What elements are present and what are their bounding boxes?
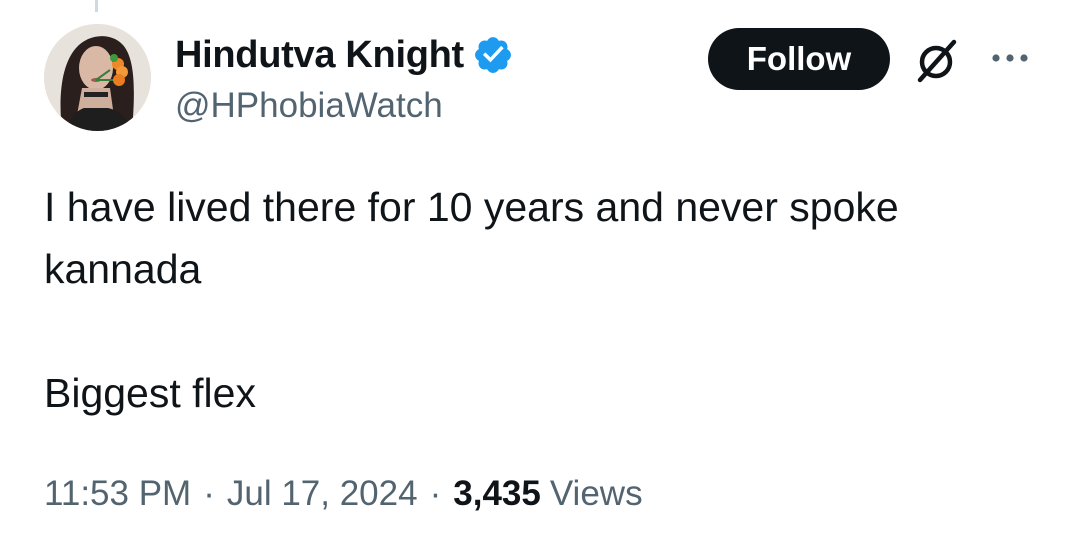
views-count[interactable]: 3,435 xyxy=(453,474,541,514)
author-names: Hindutva Knight @HPhobiaWatch xyxy=(175,32,514,126)
tweet-meta: 11:53 PM · Jul 17, 2024 · 3,435 Views xyxy=(44,474,643,514)
tweet: Hindutva Knight @HPhobiaWatch Follow I h… xyxy=(0,0,1080,553)
meta-separator: · xyxy=(203,474,215,513)
grok-icon[interactable] xyxy=(912,36,962,86)
verified-badge-icon[interactable] xyxy=(472,34,514,76)
follow-button[interactable]: Follow xyxy=(708,28,890,90)
tweet-header: Hindutva Knight @HPhobiaWatch Follow xyxy=(44,24,1044,134)
avatar[interactable] xyxy=(44,24,151,131)
display-name-row: Hindutva Knight xyxy=(175,32,514,78)
avatar-photo-icon xyxy=(44,24,151,131)
tweet-date[interactable]: Jul 17, 2024 xyxy=(227,474,418,514)
views-label: Views xyxy=(549,474,643,513)
tweet-text: I have lived there for 10 years and neve… xyxy=(44,184,899,416)
more-options-icon[interactable] xyxy=(990,48,1030,68)
meta-separator: · xyxy=(429,474,442,513)
display-name[interactable]: Hindutva Knight xyxy=(175,34,464,77)
tweet-time[interactable]: 11:53 PM xyxy=(44,474,191,514)
handle[interactable]: @HPhobiaWatch xyxy=(175,86,514,126)
